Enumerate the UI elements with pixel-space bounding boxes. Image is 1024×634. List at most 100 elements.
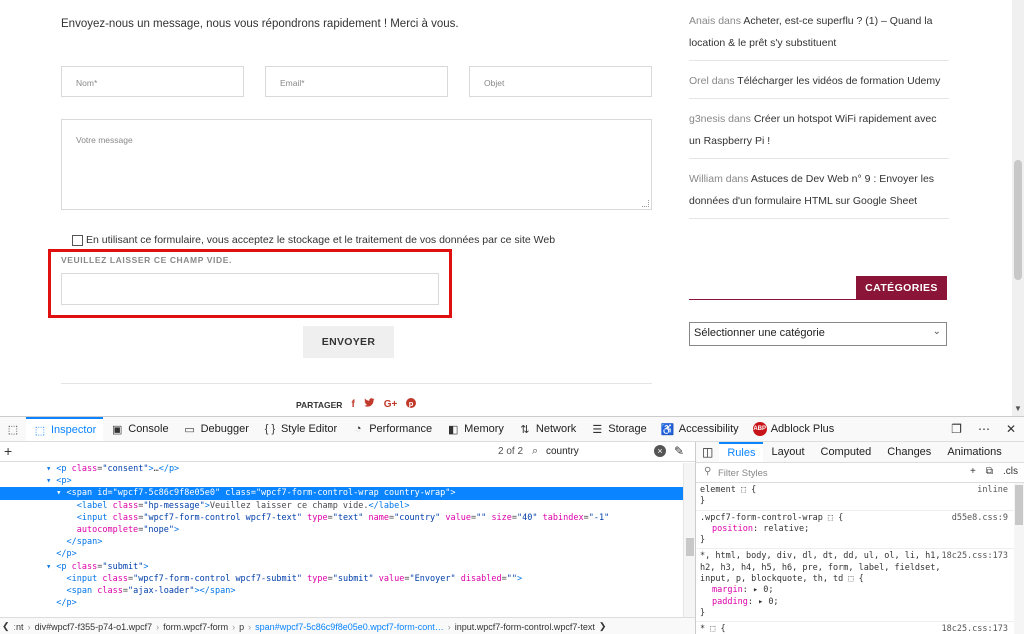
markup-line[interactable]: <input class="wpcf7-form-control wpcf7-s… [0,573,683,585]
breadcrumb-item-current[interactable]: span#wpcf7-5c86c9f8e05e0.wpcf7-form-cont… [255,622,444,632]
tab-style-editor[interactable]: { } Style Editor [256,417,344,441]
subject-field[interactable]: Objet [469,66,652,97]
tab-debugger[interactable]: ▭ Debugger [176,417,256,441]
css-property-value[interactable]: ▸ 0; [758,597,778,607]
tab-label: Memory [464,423,504,435]
markup-line[interactable]: <label class="hp-message">Veuillez laiss… [0,500,683,512]
comment-post-link[interactable]: Télécharger les vidéos de formation Udem… [737,75,940,87]
close-icon[interactable]: ✕ [1006,422,1016,436]
rule-source-link[interactable]: 18c25.css:173 [941,624,1008,634]
css-property-name[interactable]: position [700,524,753,534]
markup-search-input[interactable]: ⌕ country × [528,444,668,460]
tab-layout[interactable]: Layout [763,442,812,462]
recent-comments: Anais dans Acheter, est-ce superflu ? (1… [689,10,949,228]
consent-checkbox[interactable] [72,234,83,246]
cls-toggle[interactable]: .cls [1003,466,1018,477]
tab-inspector[interactable]: ⬚ Inspector [26,417,104,441]
breadcrumb-item[interactable]: div#wpcf7-f355-p74-o1.wpcf7 [35,622,153,632]
pseudo-class-icon[interactable]: ⧉ [986,466,993,477]
markup-line[interactable]: <input class="wpcf7-form-control wpcf7-t… [0,512,683,524]
element-picker-button[interactable]: ⬚ [0,417,26,441]
breadcrumb-forward-icon[interactable]: ❯ [599,621,607,632]
dock-icon[interactable]: ❐ [951,422,962,436]
message-field[interactable]: Votre message [61,119,652,210]
markup-line[interactable]: </span> [0,536,683,548]
more-menu-icon[interactable]: ⋯ [978,422,990,436]
tab-accessibility[interactable]: ♿ Accessibility [654,417,746,441]
markup-line[interactable]: <span class="ajax-loader"></span> [0,585,683,597]
page-scrollbar-thumb[interactable] [1014,160,1022,280]
breadcrumb-back-icon[interactable]: ❮ [2,621,10,632]
comment-author[interactable]: Orel [689,75,709,87]
filter-styles-input[interactable]: ⚲ Filter Styles + ⧉ .cls [696,463,1024,483]
category-select[interactable]: Sélectionner une catégorie ⌄ [689,322,947,346]
twitter-icon[interactable] [364,398,375,411]
rules-panel: ◫ Rules Layout Computed Changes Animatio… [695,442,1024,634]
tab-console[interactable]: ▣ Console [103,417,175,441]
email-field[interactable]: Email* [265,66,448,97]
markup-line[interactable]: ▾ <p class="submit"> [0,561,683,573]
tab-label: Console [128,423,169,435]
add-node-icon[interactable]: + [4,443,12,459]
breadcrumb-item[interactable]: input.wpcf7-form-control.wpcf7-text [455,622,595,632]
tab-memory[interactable]: ◧ Memory [439,417,511,441]
markup-line-selected[interactable]: ▾ <span id="wpcf7-5c86c9f8e05e0" class="… [0,487,683,500]
breadcrumb-item[interactable]: form.wpcf7-form [163,622,228,632]
comment-post-link[interactable]: Créer un hotspot WiFi rapidement avec un… [689,113,937,147]
markup-scrollbar[interactable] [683,463,695,617]
breadcrumb-item[interactable]: ːnt [14,622,24,632]
consent-row: En utilisant ce formulaire, vous accepte… [72,234,555,246]
tab-network[interactable]: ⇅ Network [511,417,583,441]
send-button[interactable]: ENVOYER [303,326,394,358]
comment-author[interactable]: Anais [689,15,715,27]
rule-source-link[interactable]: 18c25.css:173 [941,551,1008,562]
comment-author[interactable]: William [689,173,723,185]
tab-computed[interactable]: Computed [813,442,880,462]
comment-item: William dans Astuces de Dev Web n° 9 : E… [689,168,949,219]
css-property-value[interactable]: relative; [763,524,809,534]
rules-scrollbar[interactable] [1014,483,1024,634]
share-label: PARTAGER [296,399,343,410]
markup-line[interactable]: ▾ <p> [0,475,683,487]
tab-adblock-plus[interactable]: ABP Adblock Plus [746,417,842,441]
markup-line[interactable]: </p> [0,597,683,609]
rule-source-link[interactable]: d55e8.css:9 [952,513,1008,524]
css-rule[interactable]: .wpcf7-form-control-wrap ⬚ {d55e8.css:9 p… [696,511,1024,550]
tab-rules[interactable]: Rules [719,442,764,462]
comment-author[interactable]: g3nesis [689,113,725,125]
clear-search-icon[interactable]: × [654,445,666,457]
name-field[interactable]: Nom* [61,66,244,97]
tab-changes[interactable]: Changes [879,442,939,462]
css-rule[interactable]: *, html, body, div, dl, dt, dd, ul, ol, … [696,549,1024,623]
scroll-down-arrow-icon[interactable]: ▼ [1014,404,1022,413]
css-property-value[interactable]: ▸ 0; [753,585,773,595]
rules-scrollbar-thumb[interactable] [1015,485,1023,525]
rule-selector: element ⬚ { [700,485,757,495]
message-placeholder: Votre message [76,135,133,145]
breadcrumb-item[interactable]: p [239,622,244,632]
css-property-name[interactable]: padding [700,597,748,607]
tab-animations[interactable]: Animations [939,442,1009,462]
markup-view[interactable]: ▾ <p class="consent">…</p> ▾ <p> ▾ <span… [0,463,683,617]
google-plus-icon[interactable]: G+ [384,399,398,410]
css-rule[interactable]: * ⬚ {18c25.css:173 [696,622,1024,634]
css-rule[interactable]: element ⬚ {inline} [696,483,1024,511]
resize-handle-icon[interactable] [642,200,649,207]
markup-line[interactable]: autocomplete="nope"> [0,524,683,536]
categories-heading: CATÉGORIES [856,276,947,300]
markup-scrollbar-thumb[interactable] [686,538,694,556]
add-rule-icon[interactable]: + [970,466,976,477]
markup-line[interactable]: </p> [0,548,683,560]
rule-source-link[interactable]: inline [977,485,1008,496]
web-page: Envoyez-nous un message, nous vous répon… [0,0,1024,416]
pinterest-icon[interactable]: p [406,398,417,411]
abp-icon: ABP [752,422,767,436]
facebook-icon[interactable]: f [351,399,354,410]
eyedropper-icon[interactable]: ✎ [674,444,684,458]
css-property-name[interactable]: margin [700,585,743,595]
tab-storage[interactable]: ☰ Storage [583,417,654,441]
tab-performance[interactable]: ◔ Performance [344,417,439,441]
markup-line[interactable]: ▾ <p class="consent">…</p> [0,463,683,475]
page-scrollbar[interactable]: ▼ [1012,0,1024,416]
toggle-sidebar-icon[interactable]: ◫ [696,442,719,462]
